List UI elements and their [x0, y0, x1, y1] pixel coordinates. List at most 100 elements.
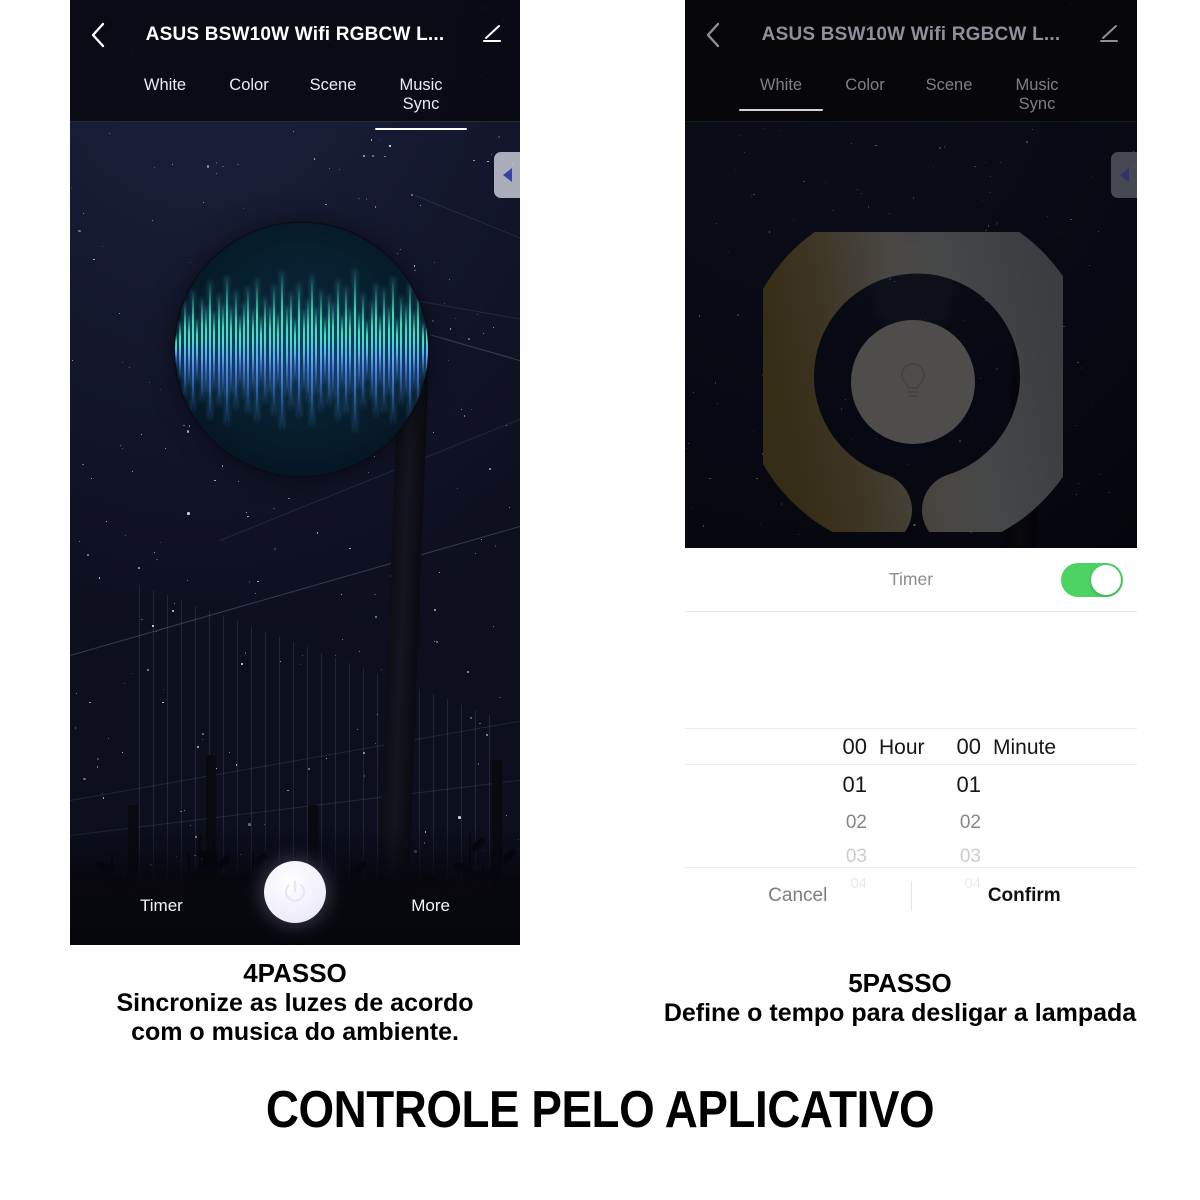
star	[358, 650, 361, 652]
back-button-right[interactable]	[685, 0, 741, 70]
waveform-bar	[285, 304, 288, 395]
star	[1108, 491, 1110, 493]
star	[432, 320, 434, 322]
tab-scene[interactable]: Scene	[907, 70, 991, 95]
star	[125, 534, 127, 536]
edit-button[interactable]	[464, 0, 520, 70]
back-button[interactable]	[70, 0, 126, 70]
star	[372, 154, 375, 157]
star	[101, 245, 104, 247]
time-picker[interactable]: 00 Hour 00 Minute 01 01 02 02 03 03 04 0…	[685, 728, 1137, 892]
music-waveform-visualizer[interactable]	[175, 223, 428, 476]
star	[228, 751, 230, 753]
tab-color[interactable]: Color	[207, 70, 291, 95]
star	[389, 145, 391, 147]
star	[121, 447, 123, 449]
star	[479, 722, 481, 725]
page-title-right: ASUS BSW10W Wifi RGBCW L...	[761, 24, 1061, 45]
star	[981, 200, 984, 202]
waveform-bar	[404, 303, 407, 396]
tabs-divider	[70, 121, 520, 122]
waveform-bar	[289, 291, 292, 408]
timer-toggle-row: Timer	[685, 548, 1137, 612]
waveform-bar	[328, 294, 331, 405]
star	[1063, 326, 1065, 328]
star	[498, 135, 501, 138]
footer-title: CONTROLE PELO APLICATIVO	[265, 1081, 935, 1139]
star	[187, 579, 189, 581]
waveform-bar	[421, 321, 424, 378]
phone-screenshot-left: ASUS BSW10W Wifi RGBCW L... White Color …	[70, 0, 520, 945]
star	[439, 571, 441, 573]
star	[450, 328, 452, 330]
confirm-button[interactable]: Confirm	[912, 885, 1138, 907]
star	[434, 262, 436, 264]
star	[363, 155, 366, 157]
bulb-center-button[interactable]	[851, 320, 975, 444]
waveform-bar	[391, 276, 394, 423]
tab-white[interactable]: White	[739, 70, 823, 111]
star	[1032, 128, 1034, 130]
star	[156, 558, 158, 560]
star	[148, 381, 150, 384]
minute-cell-3: 03	[947, 846, 981, 868]
waveform-bar	[345, 285, 348, 414]
side-drawer-handle-left[interactable]	[494, 152, 520, 198]
star	[736, 314, 739, 317]
tab-music-sync[interactable]: Music Sync	[375, 70, 467, 130]
mode-tabs-right: White Color Scene Music Sync	[685, 70, 1137, 122]
tab-white[interactable]: White	[123, 70, 207, 95]
star	[339, 168, 341, 171]
star	[410, 193, 413, 196]
star	[434, 609, 437, 611]
star	[96, 758, 99, 761]
star	[868, 206, 870, 208]
tab-music-sync[interactable]: Music Sync	[991, 70, 1083, 114]
star	[216, 162, 218, 164]
hour-cell-2: 02	[833, 812, 867, 834]
side-drawer-handle-right[interactable]	[1111, 152, 1137, 198]
minute-value: 03	[959, 846, 981, 867]
star	[86, 553, 89, 556]
waveform-bar	[238, 314, 241, 385]
star	[313, 158, 315, 160]
waveform-bar	[362, 292, 365, 407]
star	[477, 313, 479, 315]
star	[379, 140, 382, 142]
picker-row-2[interactable]: 02 02	[685, 804, 1137, 842]
power-button[interactable]	[264, 861, 326, 923]
star	[174, 603, 176, 605]
star	[744, 151, 746, 153]
star	[499, 696, 501, 698]
tab-scene[interactable]: Scene	[291, 70, 375, 95]
star	[196, 745, 199, 748]
timer-button[interactable]: Timer	[140, 896, 183, 916]
star	[1000, 162, 1002, 164]
tab-color[interactable]: Color	[823, 70, 907, 95]
waveform-bar	[366, 319, 369, 380]
hour-value: 03	[845, 846, 867, 867]
white-temperature-wheel[interactable]	[740, 199, 1094, 547]
picker-row-0[interactable]: 00 Hour 00 Minute	[685, 728, 1137, 766]
star	[159, 389, 161, 391]
waveform-bar	[213, 310, 216, 389]
star	[478, 763, 480, 765]
more-button[interactable]: More	[411, 896, 450, 916]
star	[714, 382, 716, 384]
cancel-button[interactable]: Cancel	[685, 885, 911, 907]
waveform-bar	[192, 289, 195, 410]
waveform-bar	[332, 302, 335, 397]
star	[709, 477, 711, 479]
app-top-bar: ASUS BSW10W Wifi RGBCW L...	[70, 0, 520, 70]
timer-toggle[interactable]	[1061, 562, 1123, 597]
star	[79, 541, 81, 543]
star	[326, 758, 328, 760]
star	[222, 165, 224, 168]
star	[1084, 249, 1086, 251]
picker-row-1[interactable]: 01 01	[685, 766, 1137, 804]
mode-tabs-left: White Color Scene Music Sync	[70, 70, 520, 130]
star	[506, 814, 508, 816]
star	[912, 197, 914, 199]
edit-button-right[interactable]	[1081, 0, 1137, 70]
star	[159, 542, 162, 544]
